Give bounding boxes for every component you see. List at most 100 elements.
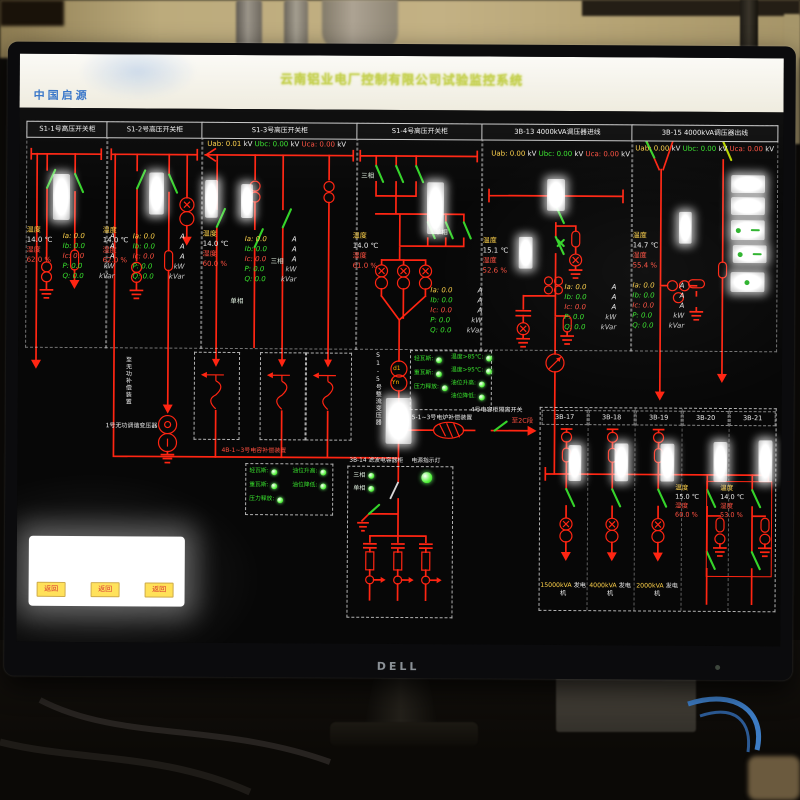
power-led[interactable] xyxy=(715,665,720,670)
hum-value: 61.0 % xyxy=(353,262,379,271)
q: Q: 0.0 xyxy=(430,326,451,335)
hum-label: 湿度 xyxy=(353,252,379,261)
hum-label: 湿度 xyxy=(483,257,509,266)
indicator-box xyxy=(731,175,765,193)
indicator-lamp-glare xyxy=(53,174,70,220)
hum-value: 52.6 % xyxy=(483,267,509,276)
bay-title-3b-17: 3B-17 xyxy=(542,410,588,425)
p: P: 0.0 xyxy=(133,262,153,271)
q: Q: 0.0 xyxy=(244,275,265,284)
hum-label: 湿度 xyxy=(720,502,744,510)
amp-unit: A xyxy=(292,235,297,244)
indicator-box xyxy=(731,220,765,240)
scada-header-bar: 云南铝业电厂控制有限公司试验监控系统 中国启源 xyxy=(20,54,784,113)
bay-title-3b-19: 3B-19 xyxy=(636,410,682,425)
amp-unit: A xyxy=(110,242,115,251)
phase-label: 三相 xyxy=(353,472,365,480)
ib: Ib: 0.0 xyxy=(133,242,155,251)
temp-hum-block: 温度 14.0 ℃ 湿度 61.0 % xyxy=(353,232,379,271)
indicator-lamp-glare xyxy=(660,444,674,482)
temp-value: 15.0 ℃ xyxy=(675,493,699,501)
status-lamp xyxy=(479,394,485,400)
indicator-lamp-glare xyxy=(205,180,218,218)
temp-value: 14.0 ℃ xyxy=(353,242,379,251)
hum-value: 62.0 % xyxy=(27,256,53,265)
temp-hum-block: 温度 15.1 ℃ 湿度 52.6 % xyxy=(483,237,509,276)
amp-unit: A xyxy=(612,283,617,292)
ia: Ia: 0.0 xyxy=(245,235,267,244)
hum-value: 55.4 % xyxy=(633,261,659,270)
p: P: 0.0 xyxy=(430,316,450,325)
ia: Ia: 0.0 xyxy=(430,286,452,295)
uca-value: Uca: 0.00 xyxy=(730,145,763,153)
indicator-lamp-glare xyxy=(385,398,411,444)
prot-signal: 压力释放: xyxy=(414,384,439,391)
prot-signal: 油位升高: xyxy=(451,380,476,387)
ia: Ia: 0.0 xyxy=(564,283,586,292)
transformer-protection-box: 轻瓦斯: 重瓦斯: 压力释放: 温度>85℃: 温度>95℃: 油位升高: 油位… xyxy=(410,350,492,410)
amp-unit: A xyxy=(478,286,483,295)
temp-value: 14.0 ℃ xyxy=(203,240,229,249)
q: Q: 0.0 xyxy=(132,272,153,281)
amp-unit: A xyxy=(680,292,685,301)
temp-value: 14.0 ℃ xyxy=(720,493,744,501)
amp-unit: A xyxy=(292,245,297,254)
ib: Ib: 0.0 xyxy=(564,293,586,302)
current-power-block: Ia: 0.0A Ib: 0.0A Ic: 0.0A P: 0.0kW Q: 0… xyxy=(632,281,684,330)
generator-label: 15000kVA 发电机 xyxy=(540,582,587,598)
return-button[interactable]: 返回 xyxy=(91,582,120,597)
uab-value: Uab: 0.00 xyxy=(635,144,669,152)
kv-unit: kV xyxy=(528,150,537,158)
hum-value: 53.0 % xyxy=(720,511,744,519)
transformer-label: 1号无功调谐变压器 xyxy=(106,422,158,430)
ic: Ic: 0.0 xyxy=(63,252,85,261)
temp-value: 15.1 ℃ xyxy=(483,247,509,256)
amp-unit: A xyxy=(680,302,685,311)
green-mark xyxy=(751,229,760,231)
amp-unit: A xyxy=(110,232,115,241)
bay-title-3b-18: 3B-18 xyxy=(589,410,635,425)
kv-unit: kV xyxy=(621,150,630,158)
p: P: 0.0 xyxy=(564,313,584,322)
hum-label: 湿度 xyxy=(203,250,229,259)
filter-box-2 xyxy=(260,352,307,440)
current-power-block: Ia: 0.0A Ib: 0.0A Ic: 0.0A P: 0.0kW Q: 0… xyxy=(430,286,482,335)
q: Q: 0.0 xyxy=(564,323,585,332)
temp-hum-block: 温度 14.0 ℃ 湿度 53.0 % xyxy=(720,484,744,519)
indicator-lamp-glare xyxy=(614,443,628,481)
screen: 云南铝业电厂控制有限公司试验监控系统 中国启源 xyxy=(16,54,784,647)
indicator-box xyxy=(733,245,767,263)
amp-unit: A xyxy=(180,243,185,252)
voltage-row-s1-3: Uab: 0.01 kV Ubc: 0.00 kV Uca: 0.00 kV xyxy=(207,140,346,150)
ic: Ic: 0.0 xyxy=(245,255,267,264)
prot-signal: 温度>85℃: xyxy=(451,354,483,361)
kv-unit: kV xyxy=(765,145,774,153)
voltage-row-3b-15: Uab: 0.00 kV Ubc: 0.00 kV Uca: 0.00 kV xyxy=(635,144,774,154)
panel-title: 3B-13 4000kVA调压器进线 xyxy=(481,123,633,141)
panel-title: S1-3号高压开关柜 xyxy=(201,122,358,140)
ic: Ic: 0.0 xyxy=(564,303,586,312)
kv-unit: kV xyxy=(672,145,681,153)
current-power-block: Ia: 0.0A Ib: 0.0A Ic: 0.0A P: 0.0kW Q: 0… xyxy=(132,232,184,281)
kw-unit: kW xyxy=(673,312,684,321)
generator-label: 2000kVA 发电机 xyxy=(634,582,681,598)
temp-label: 温度 xyxy=(633,231,659,240)
status-lamp xyxy=(442,385,448,391)
panel-title: S1-1号高压开关柜 xyxy=(26,121,108,139)
oneline-diagram-area: S1-1号高压开关柜 S1-2号高压开关柜 S1-3号高压开关柜 S1-4号高压… xyxy=(16,108,783,647)
ia: Ia: 0.0 xyxy=(63,232,85,241)
kv-unit: kV xyxy=(290,140,299,148)
brand-logo-text: 中国启源 xyxy=(34,87,90,103)
ubc-value: Ubc: 0.00 xyxy=(683,145,717,153)
amp-unit: A xyxy=(612,293,617,302)
to-bus-label: 至2C段 xyxy=(512,417,534,425)
status-lamp xyxy=(272,483,278,489)
amp-unit: A xyxy=(180,233,185,242)
kw-unit: kW xyxy=(471,316,482,325)
return-button[interactable]: 返回 xyxy=(37,582,66,597)
amp-unit: A xyxy=(292,255,297,264)
return-button[interactable]: 返回 xyxy=(145,582,174,597)
ia: Ia: 0.0 xyxy=(133,232,155,241)
filter-box-3 xyxy=(306,352,353,440)
p: P: 0.0 xyxy=(63,262,83,271)
